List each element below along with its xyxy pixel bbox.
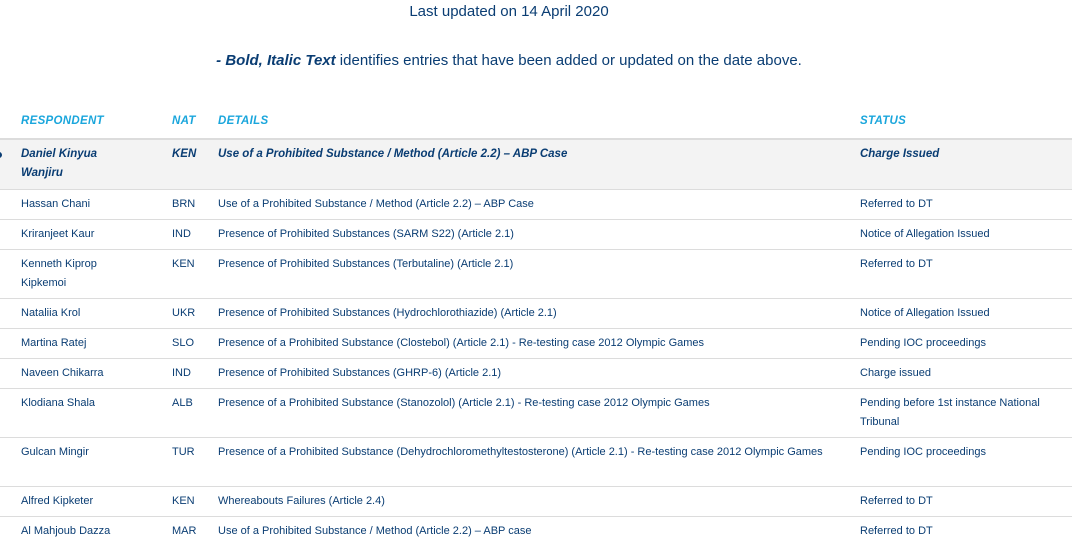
table-row: Daniel Kinyua Wanjiru KEN Use of a Prohi…: [0, 140, 1072, 190]
status-cell: Pending IOC proceedings: [860, 337, 986, 349]
column-header-nat: NAT: [172, 115, 196, 127]
column-header-status: STATUS: [860, 115, 907, 127]
nat-cell: KEN: [172, 258, 195, 270]
column-header-details: DETAILS: [218, 115, 269, 127]
last-updated-text: Last updated on 14 April 2020: [409, 3, 609, 20]
respondent-cell: Kenneth Kiprop Kipkemoi: [21, 258, 97, 289]
table-row: Klodiana Shala ALB Presence of a Prohibi…: [0, 389, 1072, 438]
details-cell: Use of a Prohibited Substance / Method (…: [218, 525, 532, 537]
details-cell: Presence of Prohibited Substances (Hydro…: [218, 307, 557, 319]
nat-cell: KEN: [172, 148, 197, 160]
status-cell: Referred to DT: [860, 198, 933, 210]
table-row: Kriranjeet Kaur IND Presence of Prohibit…: [0, 220, 1072, 250]
respondent-cell: Alfred Kipketer: [21, 495, 94, 507]
table-row: Nataliia Krol UKR Presence of Prohibited…: [0, 299, 1072, 329]
table-row: Kenneth Kiprop Kipkemoi KEN Presence of …: [0, 250, 1072, 299]
nat-cell: ALB: [172, 397, 193, 409]
respondent-cell: Daniel Kinyua Wanjiru: [21, 148, 98, 179]
details-cell: Presence of a Prohibited Substance (Stan…: [218, 397, 710, 409]
respondent-cell: Kriranjeet Kaur: [21, 228, 95, 240]
details-cell: Presence of a Prohibited Substance (Dehy…: [218, 446, 823, 458]
respondent-cell: Naveen Chikarra: [21, 367, 104, 379]
nat-cell: MAR: [172, 525, 197, 537]
table-header: RESPONDENT NAT DETAILS STATUS: [0, 111, 1072, 140]
details-cell: Use of a Prohibited Substance / Method (…: [218, 148, 568, 160]
status-cell: Referred to DT: [860, 495, 933, 507]
status-cell: Notice of Allegation Issued: [860, 307, 990, 319]
nat-cell: KEN: [172, 495, 195, 507]
nat-cell: UKR: [172, 307, 196, 319]
legend-bold-sample: - Bold, Italic Text: [216, 52, 336, 69]
status-cell: Pending IOC proceedings: [860, 446, 986, 458]
nat-cell: IND: [172, 228, 191, 240]
legend-description: identifies entries that have been added …: [335, 52, 802, 69]
status-cell: Pending before 1st instance National Tri…: [860, 397, 1040, 428]
details-cell: Whereabouts Failures (Article 2.4): [218, 495, 385, 507]
table-row: Naveen Chikarra IND Presence of Prohibit…: [0, 359, 1072, 389]
details-cell: Presence of Prohibited Substances (GHRP-…: [218, 367, 502, 379]
status-cell: Referred to DT: [860, 525, 933, 537]
status-cell: Charge issued: [860, 367, 931, 379]
column-header-respondent: RESPONDENT: [21, 115, 104, 127]
table-row: Hassan Chani BRN Use of a Prohibited Sub…: [0, 190, 1072, 220]
table-row: Martina Ratej SLO Presence of a Prohibit…: [0, 329, 1072, 359]
nat-cell: IND: [172, 367, 191, 379]
details-cell: Use of a Prohibited Substance / Method (…: [218, 198, 534, 210]
nat-cell: SLO: [172, 337, 195, 349]
respondent-cell: Al Mahjoub Dazza: [21, 525, 111, 537]
table-row: Gulcan Mingir TUR Presence of a Prohibit…: [0, 438, 1072, 487]
status-cell: Referred to DT: [860, 258, 933, 270]
respondent-cell: Martina Ratej: [21, 337, 87, 349]
status-cell: Notice of Allegation Issued: [860, 228, 990, 240]
nat-cell: TUR: [172, 446, 195, 458]
legend-note: - Bold, Italic Text identifies entries t…: [0, 52, 1018, 69]
table-row: Al Mahjoub Dazza MAR Use of a Prohibited…: [0, 517, 1072, 546]
bullet-icon: [0, 152, 2, 158]
table-row: Alfred Kipketer KEN Whereabouts Failures…: [0, 487, 1072, 517]
details-cell: Presence of Prohibited Substances (Terbu…: [218, 258, 514, 270]
respondent-cell: Klodiana Shala: [21, 397, 96, 409]
details-cell: Presence of Prohibited Substances (SARM …: [218, 228, 514, 240]
nat-cell: BRN: [172, 198, 196, 210]
respondent-cell: Gulcan Mingir: [21, 446, 89, 458]
details-cell: Presence of a Prohibited Substance (Clos…: [218, 337, 705, 349]
respondent-cell: Nataliia Krol: [21, 307, 81, 319]
sanctions-table: RESPONDENT NAT DETAILS STATUS Daniel Kin…: [0, 111, 1072, 546]
status-cell: Charge Issued: [860, 148, 940, 160]
respondent-cell: Hassan Chani: [21, 198, 91, 210]
